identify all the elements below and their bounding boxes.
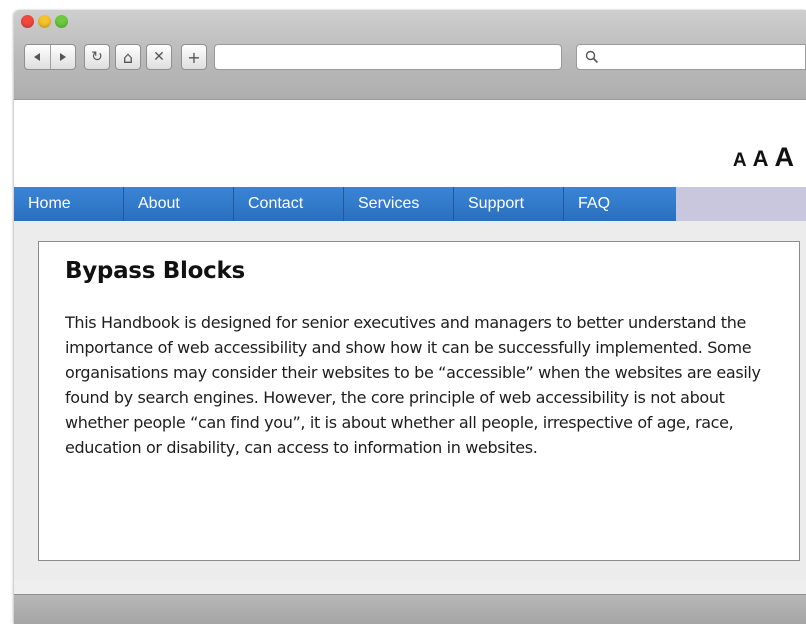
- browser-toolbar: ↻ ⌂ ✕ +: [14, 10, 806, 100]
- search-icon: [585, 50, 599, 64]
- page-title: Bypass Blocks: [65, 258, 245, 284]
- main-menu: Home About Contact Services Support FAQ: [14, 187, 806, 221]
- menu-item-services[interactable]: Services: [344, 187, 454, 221]
- body-text: This Handbook is designed for senior exe…: [65, 313, 761, 457]
- forward-arrow-icon: [59, 53, 66, 61]
- menu-item-support[interactable]: Support: [454, 187, 564, 221]
- minimize-window-button[interactable]: [38, 15, 51, 28]
- close-window-button[interactable]: [21, 15, 34, 28]
- status-bar: [14, 594, 806, 624]
- forward-button[interactable]: [49, 45, 76, 69]
- web-page: A A A Home About Contact Services Suppor…: [14, 100, 806, 580]
- menu-item-about[interactable]: About: [124, 187, 234, 221]
- content-area: Bypass Blocks This Handbook is designed …: [14, 221, 806, 580]
- new-tab-button[interactable]: +: [181, 44, 207, 70]
- menu-item-home[interactable]: Home: [14, 187, 124, 221]
- stop-button[interactable]: ✕: [146, 44, 172, 70]
- search-field[interactable]: [576, 44, 806, 70]
- home-icon: ⌂: [122, 47, 134, 67]
- back-button[interactable]: [25, 45, 50, 69]
- text-size-controls: A A A: [733, 142, 794, 173]
- address-bar[interactable]: [214, 44, 562, 70]
- reload-icon: ↻: [91, 49, 103, 65]
- text-size-medium-button[interactable]: A: [753, 146, 769, 172]
- menu-item-faq[interactable]: FAQ: [564, 187, 676, 221]
- browser-window: ↻ ⌂ ✕ + A A A Home About Contact Service…: [14, 10, 806, 624]
- menu-bar: Home About Contact Services Support FAQ: [14, 187, 676, 221]
- menu-item-contact[interactable]: Contact: [234, 187, 344, 221]
- reload-button[interactable]: ↻: [84, 44, 110, 70]
- content-card: Bypass Blocks This Handbook is designed …: [38, 241, 800, 561]
- text-size-small-button[interactable]: A: [733, 150, 747, 172]
- text-size-large-button[interactable]: A: [775, 142, 795, 173]
- back-arrow-icon: [34, 53, 41, 61]
- stop-icon: ✕: [153, 49, 165, 65]
- home-button[interactable]: ⌂: [115, 44, 141, 70]
- plus-icon: +: [187, 47, 201, 67]
- zoom-window-button[interactable]: [55, 15, 68, 28]
- window-controls: [21, 15, 68, 28]
- back-forward-group: [24, 44, 76, 70]
